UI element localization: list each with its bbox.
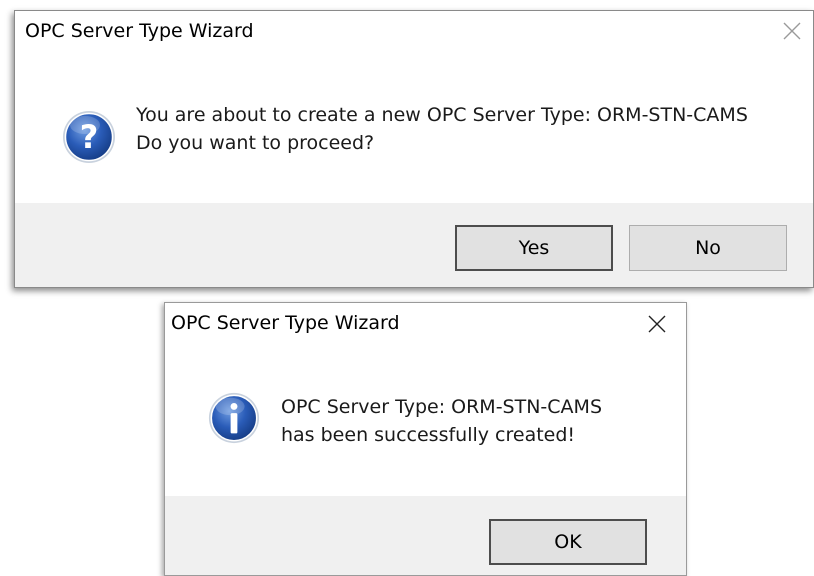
confirm-dialog-titlebar[interactable]: OPC Server Type Wizard <box>15 11 813 51</box>
svg-text:?: ? <box>80 118 99 156</box>
info-dialog-titlebar[interactable]: OPC Server Type Wizard <box>165 303 686 343</box>
close-icon <box>783 22 801 40</box>
ok-button[interactable]: OK <box>489 519 647 565</box>
screenshot-stage: OPC Server Type Wizard ? You are about t… <box>0 0 814 576</box>
info-dialog: OPC Server Type Wizard OPC Server Type: … <box>164 302 687 576</box>
confirm-message-line: Do you want to proceed? <box>136 132 375 154</box>
info-message-line: OPC Server Type: ORM-STN-CAMS <box>281 396 603 418</box>
confirm-dialog: OPC Server Type Wizard ? You are about t… <box>14 10 814 288</box>
info-message-line: has been successfully created! <box>281 424 576 446</box>
close-button[interactable] <box>777 16 807 46</box>
confirm-dialog-title: OPC Server Type Wizard <box>25 20 254 42</box>
confirm-dialog-content: ? You are about to create a new OPC Serv… <box>15 51 813 203</box>
info-message: OPC Server Type: ORM-STN-CAMS has been s… <box>281 393 602 449</box>
yes-button[interactable]: Yes <box>455 225 613 271</box>
no-button[interactable]: No <box>629 225 787 271</box>
question-icon: ? <box>63 111 115 163</box>
info-dialog-title: OPC Server Type Wizard <box>171 312 400 334</box>
close-icon <box>648 315 666 333</box>
confirm-message: You are about to create a new OPC Server… <box>136 101 748 157</box>
confirm-dialog-footer: Yes No <box>15 203 813 287</box>
confirm-message-line: You are about to create a new OPC Server… <box>136 104 748 126</box>
close-button[interactable] <box>642 309 672 339</box>
info-dialog-footer: OK <box>165 496 686 575</box>
information-icon <box>208 392 260 444</box>
